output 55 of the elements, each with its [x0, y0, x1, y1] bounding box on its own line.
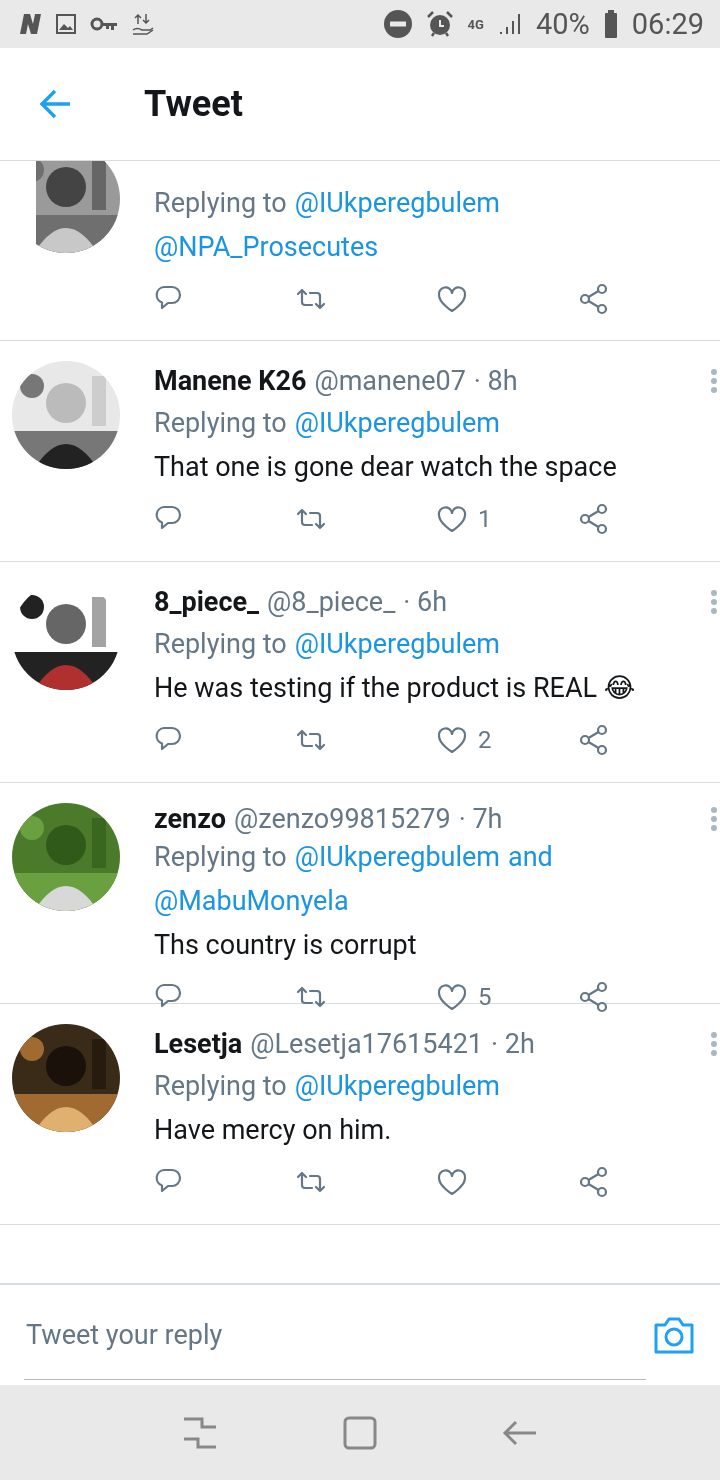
tweet-text: Ths country is corrupt [154, 928, 418, 963]
notification-icon [18, 13, 42, 35]
image-icon [56, 14, 76, 34]
mention-link[interactable]: @MabuMonyela [154, 879, 349, 923]
tweet-time: · 2h [491, 1028, 535, 1060]
mention-link[interactable]: and [508, 835, 553, 879]
key-icon [90, 16, 118, 32]
like-icon[interactable] [436, 503, 468, 535]
battery-level: 40% [535, 7, 590, 41]
share-icon[interactable] [577, 981, 609, 1013]
battery-icon [603, 10, 618, 38]
like-icon[interactable] [436, 724, 468, 756]
author-name: 8_piece_ [154, 586, 260, 618]
tweet-time: · 7h [458, 803, 503, 835]
tweet-text: He was testing if the product is REAL 😂 [154, 671, 637, 706]
like-count: 1 [478, 505, 492, 533]
tweet-text: That one is gone dear watch the space [154, 450, 618, 485]
replying-label: Replying to [154, 406, 287, 441]
share-icon[interactable] [577, 283, 609, 315]
author-handle: @manene07 [314, 365, 466, 397]
author-handle: @Lesetja17615421 [250, 1028, 483, 1060]
replying-label: Replying to [154, 1069, 287, 1104]
author-handle: @8_piece_ [267, 586, 396, 618]
do-not-disturb-icon [383, 10, 412, 38]
tweet-time: · 8h [473, 365, 518, 397]
replying-label: Replying to [154, 186, 287, 221]
like-icon[interactable] [436, 283, 468, 315]
like-icon[interactable] [436, 1166, 468, 1198]
mention-link[interactable]: @IUkperegbulem [294, 1064, 500, 1108]
mention-link[interactable]: @IUkperegbulem [294, 835, 500, 879]
mention-link[interactable]: @NPA_Prosecutes [154, 225, 379, 269]
like-icon[interactable] [436, 981, 468, 1013]
mention-link[interactable]: @IUkperegbulem [294, 401, 500, 445]
share-icon[interactable] [577, 724, 609, 756]
tweet-text: Have mercy on him. [154, 1113, 393, 1148]
transfer-icon [132, 12, 154, 36]
replying-label: Replying to [154, 840, 287, 875]
network-type: 4G [467, 17, 484, 31]
like-count: 2 [478, 726, 492, 754]
mention-link[interactable]: @IUkperegbulem [294, 181, 500, 225]
signal-icon [497, 12, 522, 36]
page-title: Tweet [144, 83, 243, 125]
mention-link[interactable]: @IUkperegbulem [294, 622, 500, 666]
author-handle: @zenzo99815279 [234, 803, 451, 835]
camera-icon[interactable] [652, 1315, 696, 1355]
author-name: zenzo [154, 803, 226, 835]
clock: 06:29 [631, 7, 704, 41]
tweet-time: · 6h [403, 586, 448, 618]
replying-label: Replying to [154, 627, 287, 662]
like-count: 5 [478, 983, 492, 1011]
author-name: Lesetja [154, 1028, 243, 1060]
alarm-icon [425, 10, 454, 38]
share-icon[interactable] [577, 503, 609, 535]
author-name: Manene K26 [154, 365, 307, 397]
share-icon[interactable] [577, 1166, 609, 1198]
